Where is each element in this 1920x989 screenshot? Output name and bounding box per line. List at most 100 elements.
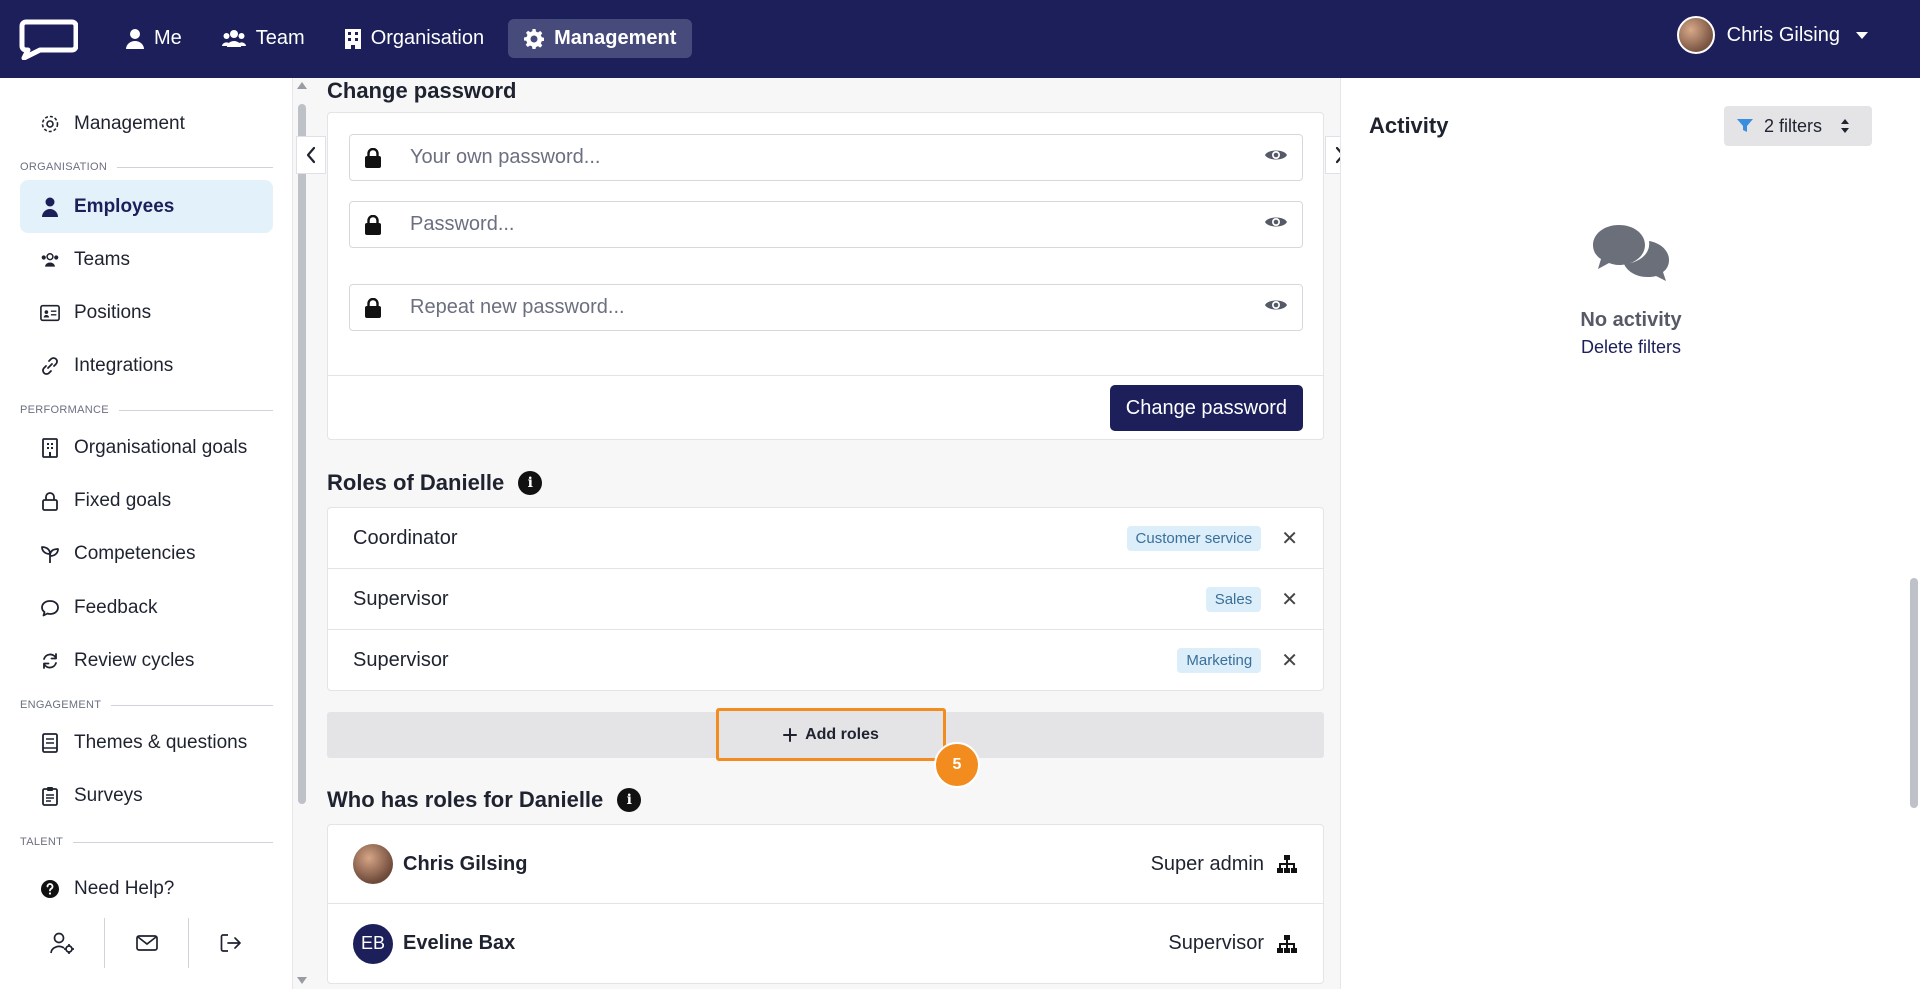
sidebar: Management ORGANISATION Employees Teams … — [0, 78, 293, 989]
section-engagement: ENGAGEMENT — [20, 699, 273, 711]
info-icon[interactable]: i — [518, 471, 543, 495]
remove-role-close-icon[interactable]: ✕ — [1281, 526, 1298, 551]
activity-panel: Activity 2 filters No activity Delete fi… — [1340, 78, 1920, 989]
logout-button[interactable] — [189, 918, 273, 968]
sidebar-item-teams[interactable]: Teams — [20, 233, 273, 286]
person-name: Chris Gilsing — [403, 852, 528, 875]
new-password-field[interactable] — [349, 201, 1303, 248]
filter-icon — [1737, 119, 1753, 132]
repeat-password-field[interactable] — [349, 284, 1303, 331]
step-badge: 5 — [934, 742, 980, 788]
sidebar-item-themes-questions[interactable]: Themes & questions — [20, 716, 273, 769]
add-roles-bar: Add roles — [327, 708, 1324, 761]
empty-state — [1566, 223, 1696, 292]
new-password-input[interactable] — [410, 213, 1264, 236]
section-performance: PERFORMANCE — [20, 404, 273, 416]
user-icon — [126, 28, 144, 49]
eye-icon[interactable] — [1264, 147, 1288, 168]
own-password-field[interactable] — [349, 134, 1303, 181]
seedling-icon — [41, 545, 59, 563]
sidebar-item-positions[interactable]: Positions — [20, 286, 273, 339]
app-logo-icon[interactable] — [18, 18, 78, 60]
role-team-tag: Customer service — [1126, 525, 1262, 551]
info-icon[interactable]: i — [617, 788, 642, 812]
remove-role-close-icon[interactable]: ✕ — [1281, 648, 1298, 673]
chevron-left-icon — [306, 146, 316, 164]
page-scrollbar[interactable] — [1910, 578, 1918, 808]
sidebar-item-employees[interactable]: Employees — [20, 180, 273, 233]
comment-icon — [41, 599, 59, 616]
sidebar-item-integrations[interactable]: Integrations — [20, 339, 273, 392]
sidebar-item-label: Integrations — [74, 354, 174, 376]
user-menu[interactable]: Chris Gilsing — [1676, 16, 1868, 54]
avatar: EB — [353, 923, 393, 964]
nav-organisation[interactable]: Organisation — [329, 19, 500, 58]
sitemap-icon — [1277, 934, 1297, 953]
sidebar-item-label: Competencies — [74, 542, 196, 564]
question-circle-icon — [41, 879, 59, 898]
own-password-input[interactable] — [410, 146, 1264, 169]
sidebar-item-label: Management — [74, 112, 185, 134]
empty-state-title: No activity — [1580, 309, 1682, 331]
sidebar-item-surveys[interactable]: Surveys — [20, 769, 273, 822]
nav-me[interactable]: Me — [110, 19, 198, 58]
lock-icon — [42, 491, 58, 511]
sidebar-item-label: Teams — [74, 248, 130, 270]
role-name: Supervisor — [353, 587, 449, 610]
change-password-button[interactable]: Change password — [1109, 385, 1303, 431]
delete-filters-link[interactable]: Delete filters — [1521, 337, 1741, 358]
lock-icon — [362, 297, 384, 318]
role-team-tag: Sales — [1205, 586, 1262, 612]
filters-button[interactable]: 2 filters — [1724, 106, 1872, 146]
add-roles-button[interactable]: Add roles — [716, 708, 946, 761]
sidebar-footer — [20, 918, 273, 968]
sidebar-item-label: Themes & questions — [74, 731, 248, 753]
link-icon — [42, 356, 58, 375]
section-title: Change password — [327, 78, 517, 103]
user-name: Chris Gilsing — [1726, 23, 1840, 46]
roles-heading: Roles of Danielle i — [327, 470, 543, 496]
users-icon — [221, 29, 246, 47]
nav-management[interactable]: Management — [508, 19, 693, 58]
user-gear-icon — [49, 932, 74, 954]
sidebar-item-management[interactable]: Management — [20, 97, 273, 150]
nav-organisation-label: Organisation — [370, 27, 485, 49]
nav-team-label: Team — [255, 27, 305, 49]
sidebar-item-fixed-goals[interactable]: Fixed goals — [20, 474, 273, 527]
eye-icon[interactable] — [1264, 297, 1288, 318]
avatar — [353, 844, 393, 884]
sidebar-item-organisational-goals[interactable]: Organisational goals — [20, 421, 273, 474]
sidebar-item-review-cycles[interactable]: Review cycles — [20, 634, 273, 687]
person-role: Supervisor — [1168, 932, 1264, 954]
sidebar-scrollbar[interactable] — [296, 82, 307, 984]
main-nav: Me Team Organisation Management — [110, 19, 693, 58]
repeat-password-input[interactable] — [410, 296, 1264, 319]
remove-role-close-icon[interactable]: ✕ — [1281, 587, 1298, 612]
role-row: Supervisor Marketing ✕ — [328, 630, 1323, 691]
eye-icon[interactable] — [1264, 214, 1288, 235]
section-label: TALENT — [20, 836, 64, 848]
lock-icon — [362, 214, 384, 235]
person-role: Super admin — [1150, 852, 1264, 875]
sidebar-item-need-help[interactable]: Need Help? — [20, 862, 273, 915]
sidebar-item-label: Surveys — [74, 784, 143, 806]
clipboard-icon — [42, 786, 58, 806]
role-row: Coordinator Customer service ✕ — [328, 508, 1323, 569]
sidebar-item-label: Employees — [74, 195, 175, 217]
building-icon — [344, 28, 361, 49]
section-label: ORGANISATION — [20, 161, 108, 173]
sidebar-item-feedback[interactable]: Feedback — [20, 581, 273, 634]
person-name: Eveline Bax — [403, 932, 516, 954]
user-settings-button[interactable] — [20, 918, 105, 968]
sidebar-item-competencies[interactable]: Competencies — [20, 527, 273, 580]
envelope-icon — [135, 935, 158, 951]
messages-button[interactable] — [105, 918, 190, 968]
section-title: Who has roles for Danielle — [327, 787, 604, 812]
comments-icon — [1593, 225, 1669, 281]
nav-team[interactable]: Team — [206, 19, 321, 58]
users-icon — [41, 252, 59, 267]
collapse-sidebar-button[interactable] — [296, 136, 326, 174]
sidebar-item-label: Need Help? — [74, 877, 175, 899]
section-label: ENGAGEMENT — [20, 699, 102, 711]
gear-icon — [41, 115, 59, 132]
